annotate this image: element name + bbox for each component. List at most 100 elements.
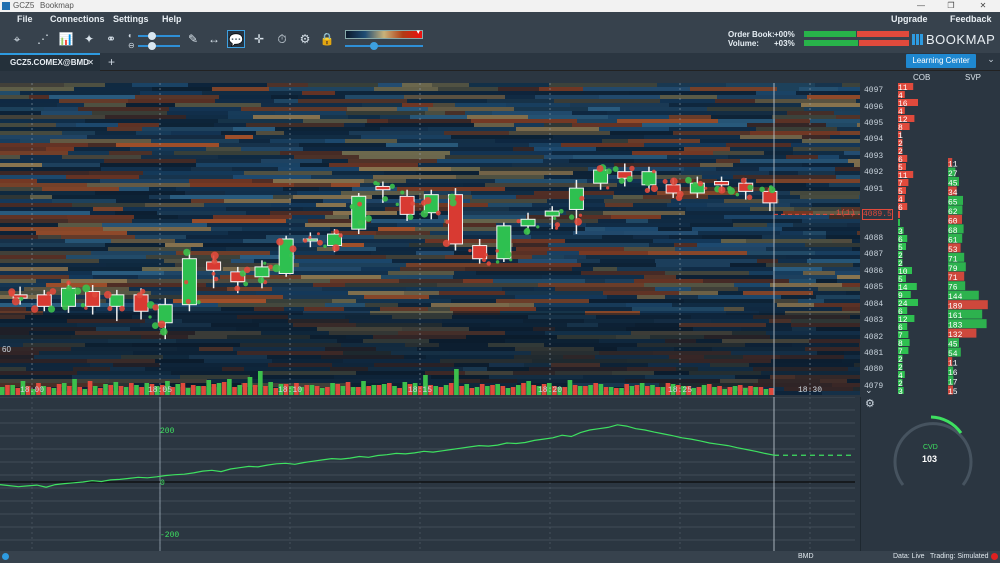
time-tick-label: 18:10	[278, 386, 303, 395]
heatmap-cell	[267, 83, 308, 87]
heatmap-color-range[interactable]: ▾	[345, 29, 423, 39]
heatmap-cell	[389, 183, 463, 187]
heatmap-cell	[826, 235, 860, 239]
heatmap-cell	[274, 99, 298, 103]
heatmap-cell	[773, 275, 837, 279]
heatmap-cell	[653, 239, 721, 243]
ruler-icon[interactable]: ↔	[205, 30, 223, 48]
heatmap-cell	[613, 195, 643, 199]
heatmap-cell	[807, 95, 860, 99]
cvd-pane[interactable]: 200 0 -200	[0, 396, 860, 551]
price-tick-label: 4082	[864, 332, 884, 342]
heatmap-cell	[378, 227, 415, 231]
upgrade-link[interactable]: Upgrade	[891, 14, 928, 24]
tab-gcz5[interactable]: GCZ5.COMEX@BMD ✕	[0, 53, 100, 71]
trade-dot	[46, 291, 51, 296]
heatmap-cell	[228, 231, 331, 235]
trade-dot	[495, 260, 500, 264]
heatmap-cell	[690, 223, 733, 227]
heatmap-cell	[303, 119, 367, 123]
menu-file[interactable]: File	[17, 14, 33, 24]
learning-center-button[interactable]: Learning Center	[906, 54, 976, 68]
trade-dot	[151, 322, 159, 329]
menu-connections[interactable]: Connections	[50, 14, 105, 24]
heatmap-chart[interactable]: 60	[0, 83, 860, 395]
volume-bar-sell	[603, 387, 609, 395]
heatmap-cell	[406, 203, 488, 207]
heatmap-cell	[0, 175, 66, 179]
heatmap-cell	[777, 87, 799, 91]
chat-icon[interactable]: 💬	[227, 30, 245, 48]
heatmap-cell	[380, 307, 428, 311]
restore-button[interactable]: ❐	[938, 0, 964, 12]
heatmap-cell	[553, 135, 644, 139]
volume-bar-sell	[211, 384, 217, 395]
link-icon[interactable]: ⚭	[102, 30, 120, 48]
candle-body	[157, 304, 173, 324]
timer-icon[interactable]: ⏱	[273, 30, 291, 48]
heatmap-threshold-knob[interactable]	[370, 42, 378, 50]
heatmap-contrast-slider[interactable]: ◐	[128, 31, 180, 41]
trade-dot	[196, 300, 201, 305]
indicators-icon[interactable]: 📊	[57, 30, 75, 48]
share-icon[interactable]: ⋰	[34, 30, 52, 48]
alerts-icon[interactable]: ⚙	[296, 30, 314, 48]
heatmap-cell	[842, 307, 860, 311]
crosshair-icon[interactable]: ✛	[250, 30, 268, 48]
chevron-down-icon[interactable]: ⌄	[865, 385, 873, 396]
heatmap-cell	[292, 215, 325, 219]
heatmap-adjust-slider[interactable]: ⊖	[128, 41, 180, 51]
chevron-down-icon[interactable]: ⌄	[984, 54, 998, 68]
trade-dot	[747, 184, 754, 191]
volume-bar-buy	[309, 385, 315, 395]
heatmap-cell	[836, 175, 860, 179]
heatmap-cell	[228, 111, 275, 115]
heatmap-cell	[402, 83, 432, 87]
volume-bar-buy	[92, 386, 98, 395]
close-window-button[interactable]: ✕	[970, 0, 996, 12]
cob-header: COB	[913, 73, 931, 82]
heatmap-cell	[221, 307, 254, 311]
heatmap-cell	[752, 183, 806, 187]
heatmap-cell	[0, 307, 26, 311]
heatmap-cell	[20, 155, 62, 159]
volume-bar-buy	[361, 381, 366, 395]
heatmap-cell	[467, 115, 528, 119]
modules-icon[interactable]: ✦	[80, 30, 98, 48]
menu-help[interactable]: Help	[162, 14, 182, 24]
menu-settings[interactable]: Settings	[113, 14, 149, 24]
screenshot-icon[interactable]: ⌖	[8, 30, 26, 48]
heatmap-cell	[815, 251, 860, 255]
heatmap-cell	[534, 303, 626, 307]
title-bar: GCZ5 Bookmap — ❐ ✕	[0, 0, 1000, 12]
heatmap-cell	[847, 223, 860, 227]
heatmap-cell	[0, 151, 68, 155]
feedback-link[interactable]: Feedback	[950, 14, 992, 24]
heatmap-cell	[756, 179, 860, 183]
close-tab-icon[interactable]: ✕	[87, 55, 94, 70]
heatmap-cell	[514, 123, 544, 127]
heatmap-cell	[471, 191, 534, 195]
heatmap-cell	[585, 279, 605, 283]
heatmap-cell	[793, 223, 847, 227]
heatmap-threshold-slider[interactable]	[345, 45, 423, 47]
lock-icon[interactable]: 🔒	[318, 30, 336, 48]
heatmap-cell	[119, 187, 149, 191]
time-tick-label: 18:25	[668, 386, 693, 395]
minimize-button[interactable]: —	[908, 0, 934, 12]
heatmap-cell	[345, 139, 397, 143]
volume-bar-buy	[103, 384, 108, 395]
heatmap-cell	[498, 87, 539, 91]
volume-bar-sell	[737, 385, 743, 395]
heatmap-cell	[738, 287, 818, 291]
heatmap-cell	[450, 151, 552, 155]
heatmap-cell	[227, 287, 272, 291]
pen-icon[interactable]: ✎	[184, 30, 202, 48]
volume-bar-sell	[139, 387, 144, 395]
info-icon[interactable]	[2, 553, 9, 560]
heatmap-cell	[203, 243, 279, 247]
add-tab-button[interactable]: +	[108, 55, 115, 69]
heatmap-cell	[335, 91, 414, 95]
candle-body	[375, 185, 391, 191]
heatmap-cell	[532, 255, 564, 259]
